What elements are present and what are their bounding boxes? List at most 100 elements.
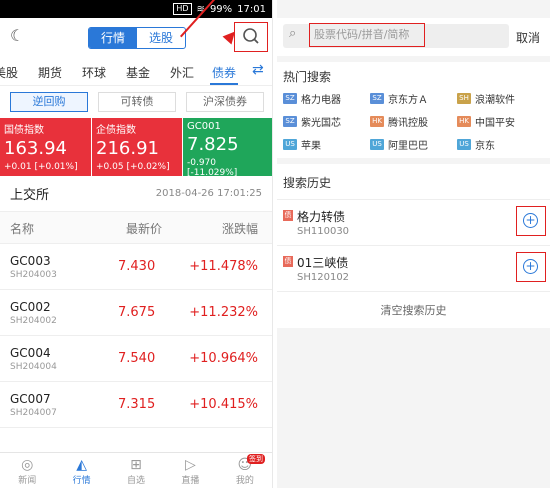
bond-change: +11.478% xyxy=(189,259,258,274)
hot-item-name: 格力电器 xyxy=(301,95,341,106)
search-button[interactable] xyxy=(234,22,268,52)
market-tag: SZ xyxy=(283,116,297,127)
nav-label: 直播 xyxy=(181,476,200,486)
hot-item[interactable]: SZ 紫光国芯 xyxy=(283,114,370,129)
hot-item[interactable]: US 阿里巴巴 xyxy=(370,137,457,152)
hot-item-name: 阿里巴巴 xyxy=(388,141,428,152)
category-forex[interactable]: 外汇 xyxy=(170,64,194,81)
plus-icon: + xyxy=(523,259,538,274)
exchange-header: 上交所 2018-04-26 17:01:25 xyxy=(0,176,272,212)
bottom-nav: ◎ 新闻 ◭ 行情 ⊞ 自选 ▷ 直播 ☺ 我的 签到 xyxy=(0,452,272,488)
search-field[interactable]: ⌕ 股票代码/拼音/简称 xyxy=(283,23,509,48)
index-card[interactable]: 企债指数 216.91 +0.05 [+0.02%] xyxy=(91,118,182,176)
add-watchlist-button[interactable]: + xyxy=(516,252,546,282)
nav-label: 行情 xyxy=(72,476,91,486)
hot-item-name: 京东方Ａ xyxy=(388,95,428,106)
index-change: -0.970 [-11.029%] xyxy=(187,158,238,178)
index-value: 163.94 xyxy=(4,138,67,159)
category-tabs: 美股 期货 环球 基金 外汇 债券 ⇄ xyxy=(0,56,272,86)
hot-item[interactable]: SZ 格力电器 xyxy=(283,91,370,106)
bond-price: 7.675 xyxy=(118,305,156,320)
search-input[interactable]: 股票代码/拼音/简称 xyxy=(309,23,425,47)
hot-search-section: 热门搜索 SZ 格力电器 SZ 京东方Ａ SH 浪潮软件 SZ 紫光国芯 HK 腾讯控股 … xyxy=(277,62,550,158)
checkin-badge: 签到 xyxy=(247,454,266,464)
swap-icon[interactable]: ⇄ xyxy=(252,62,264,78)
hot-item-name: 紫光国芯 xyxy=(301,118,341,129)
hot-search-list: SZ 格力电器 SZ 京东方Ａ SH 浪潮软件 SZ 紫光国芯 HK 腾讯控股 HK 中国平… xyxy=(277,89,550,158)
history-code: SH110030 xyxy=(297,226,350,237)
hot-search-title: 热门搜索 xyxy=(283,70,332,84)
market-tag: SZ xyxy=(370,93,384,104)
index-change: +0.01 [+0.01%] xyxy=(4,162,78,172)
nav-label: 我的 xyxy=(235,476,254,486)
index-value: 216.91 xyxy=(96,138,159,159)
table-header: 名称 最新价 涨跌幅 xyxy=(0,212,272,244)
nav-live[interactable]: ▷ 直播 xyxy=(163,453,217,488)
clear-history-button[interactable]: 清空搜索历史 xyxy=(277,291,550,328)
hot-item[interactable]: US 京东 xyxy=(457,137,544,152)
hot-item-name: 腾讯控股 xyxy=(388,118,428,129)
index-name: 国债指数 xyxy=(4,125,44,136)
col-name[interactable]: 名称 xyxy=(10,220,34,237)
category-futures[interactable]: 期货 xyxy=(38,64,62,81)
index-card[interactable]: GC001 7.825 -0.970 [-11.029%] xyxy=(182,118,272,178)
nav-label: 自选 xyxy=(127,476,146,486)
table-row[interactable]: GC002 SH204002 7.675 +11.232% xyxy=(0,290,272,336)
status-bar: HD ≋ 99% 17:01 xyxy=(0,0,272,18)
search-icon xyxy=(243,28,259,44)
search-bar: ⌕ 股票代码/拼音/简称 取消 xyxy=(277,18,550,56)
night-mode-icon[interactable]: ☾ xyxy=(10,26,24,45)
table-row[interactable]: GC004 SH204004 7.540 +10.964% xyxy=(0,336,272,382)
bond-subtabs: 逆回购 可转债 沪深债券 xyxy=(0,86,272,118)
hot-item[interactable]: HK 中国平安 xyxy=(457,114,544,129)
cancel-button[interactable]: 取消 xyxy=(516,29,540,46)
category-funds[interactable]: 基金 xyxy=(126,64,150,81)
history-title: 搜索历史 xyxy=(283,176,332,190)
category-bonds[interactable]: 债券 xyxy=(212,64,236,81)
nav-me[interactable]: ☺ 我的 签到 xyxy=(218,453,272,488)
bond-name: GC007 xyxy=(10,392,51,406)
bond-change: +10.964% xyxy=(189,351,258,366)
hot-item-name: 苹果 xyxy=(301,141,321,152)
bond-badge: 债 xyxy=(283,210,293,221)
history-item[interactable]: 债 01三峡债 SH120102 + xyxy=(277,245,550,291)
market-screen: HD ≋ 99% 17:01 ☾ 行情 选股 美股 期货 环球 基金 外汇 债券… xyxy=(0,0,273,488)
bond-name: GC002 xyxy=(10,300,51,314)
table-row[interactable]: GC007 SH204007 7.315 +10.415% xyxy=(0,382,272,428)
market-tag: HK xyxy=(370,116,384,127)
hot-item-name: 京东 xyxy=(475,141,495,152)
hd-indicator: HD xyxy=(173,3,192,15)
subtab-convertible[interactable]: 可转债 xyxy=(98,92,176,112)
add-watchlist-button[interactable]: + xyxy=(516,206,546,236)
history-item[interactable]: 债 格力转债 SH110030 + xyxy=(277,199,550,245)
index-card[interactable]: 国债指数 163.94 +0.01 [+0.01%] xyxy=(0,118,91,176)
category-global[interactable]: 环球 xyxy=(82,64,106,81)
bond-price: 7.430 xyxy=(118,259,156,274)
nav-label: 新闻 xyxy=(18,476,37,486)
subtab-reverse-repo[interactable]: 逆回购 xyxy=(10,92,88,112)
nav-watchlist[interactable]: ⊞ 自选 xyxy=(109,453,163,488)
tab-stock-picker[interactable]: 选股 xyxy=(137,28,185,48)
bond-badge: 债 xyxy=(283,256,293,267)
search-icon: ⌕ xyxy=(289,26,297,41)
subtab-sh-sz-bonds[interactable]: 沪深债券 xyxy=(186,92,264,112)
chart-icon: ◭ xyxy=(76,457,87,473)
history-name: 01三峡债 xyxy=(297,256,349,270)
table-row[interactable]: GC003 SH204003 7.430 +11.478% xyxy=(0,244,272,290)
market-tag: SH xyxy=(457,93,471,104)
category-us-stocks[interactable]: 美股 xyxy=(0,64,18,81)
index-value: 7.825 xyxy=(187,134,239,155)
col-price[interactable]: 最新价 xyxy=(126,220,162,237)
nav-news[interactable]: ◎ 新闻 xyxy=(0,453,54,488)
battery-level: 99% xyxy=(209,3,233,15)
market-tag: US xyxy=(457,139,471,150)
hot-item[interactable]: SZ 京东方Ａ xyxy=(370,91,457,106)
hot-item[interactable]: US 苹果 xyxy=(283,137,370,152)
tab-market[interactable]: 行情 xyxy=(89,28,137,48)
col-change[interactable]: 涨跌幅 xyxy=(222,220,258,237)
market-tag: SZ xyxy=(283,93,297,104)
hot-item[interactable]: HK 腾讯控股 xyxy=(370,114,457,129)
globe-icon: ◎ xyxy=(21,457,34,473)
nav-market[interactable]: ◭ 行情 xyxy=(54,453,108,488)
hot-item[interactable]: SH 浪潮软件 xyxy=(457,91,544,106)
